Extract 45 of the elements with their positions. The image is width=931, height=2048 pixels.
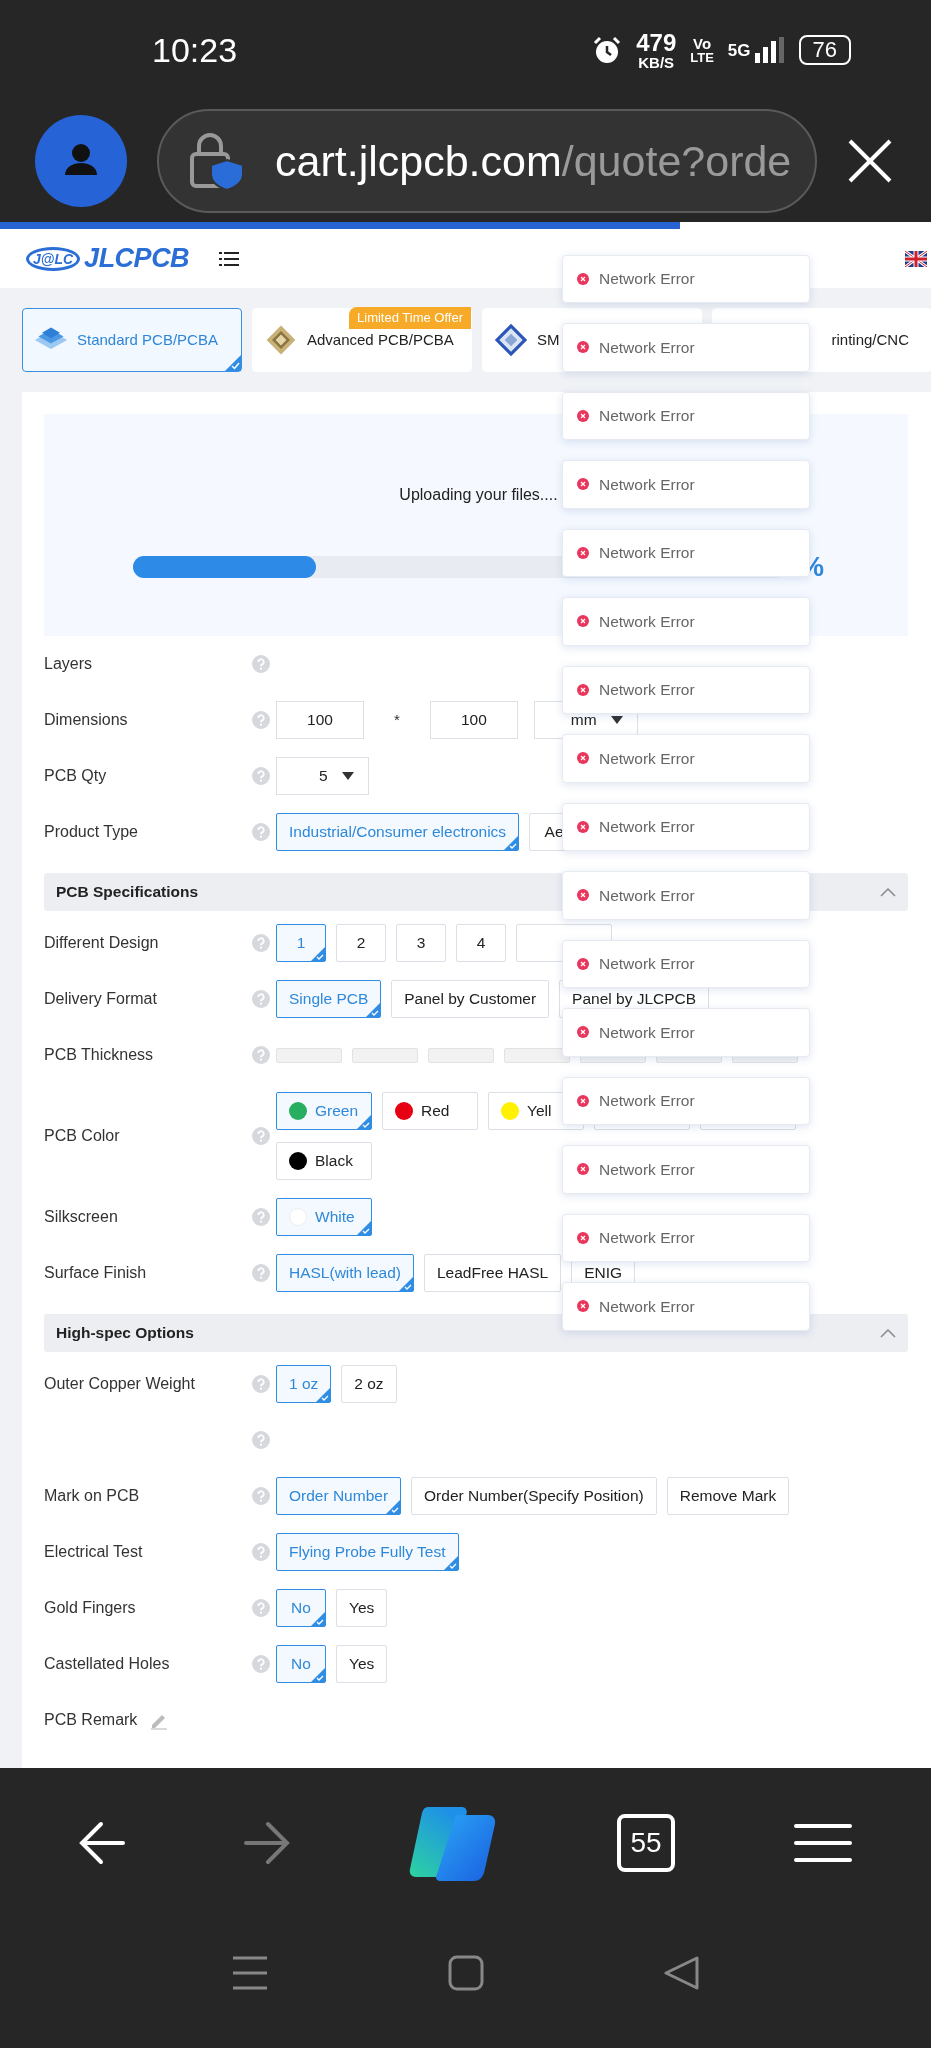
network-type: 5G xyxy=(727,39,751,62)
field-label: Mark on PCB xyxy=(44,1487,140,1504)
error-toast: Network Error xyxy=(562,734,810,783)
error-toast: Network Error xyxy=(562,665,810,715)
error-toast: Network Error xyxy=(562,939,810,989)
field-label: PCB Color xyxy=(44,1127,120,1144)
field-label: PCB Qty xyxy=(44,767,107,784)
error-toast: Network Error xyxy=(562,1145,810,1194)
logo-text: JLCPCB xyxy=(84,242,190,276)
field-label: Delivery Format xyxy=(44,990,157,1007)
error-toast: Network Error xyxy=(562,1076,810,1126)
offer-badge: Limited Time Offer xyxy=(349,307,471,329)
clock-time: 10:23 xyxy=(152,29,238,71)
error-toast: Network Error xyxy=(562,802,810,852)
upload-message: Uploading your files.... xyxy=(399,484,558,505)
error-toast: Network Error xyxy=(562,254,810,304)
error-toast: Network Error xyxy=(562,871,810,920)
speed-unit: KB/S xyxy=(637,54,676,70)
field-label: PCB Remark xyxy=(44,1711,138,1728)
logo-mark: J@LC xyxy=(26,246,81,271)
field-label: Gold Fingers xyxy=(44,1599,136,1616)
volte-label: Vo xyxy=(692,36,713,51)
lte-label: LTE xyxy=(690,51,714,64)
field-label: Castellated Holes xyxy=(44,1655,170,1672)
field-label: Product Type xyxy=(44,823,138,840)
error-toast: Network Error xyxy=(562,1008,810,1057)
error-toast: Network Error xyxy=(562,323,810,372)
field-label: Silkscreen xyxy=(44,1208,118,1225)
times-sign: * xyxy=(394,709,400,730)
field-label: Dimensions xyxy=(44,711,128,728)
error-toast: Network Error xyxy=(562,1282,810,1331)
error-toast: Network Error xyxy=(562,460,810,509)
battery-level: 76 xyxy=(798,34,851,66)
field-label: Electrical Test xyxy=(44,1543,143,1560)
url-text: cart.jlcpcb.com/quote?orde xyxy=(275,135,792,187)
error-toast: Network Error xyxy=(562,597,810,646)
error-toast: Network Error xyxy=(562,1213,810,1263)
field-label: Layers xyxy=(44,655,93,672)
field-label: PCB Thickness xyxy=(44,1046,154,1063)
network-speed: 479 xyxy=(636,30,677,55)
field-label: Different Design xyxy=(44,934,159,951)
error-toast: Network Error xyxy=(562,528,810,578)
error-toast: Network Error xyxy=(562,391,810,441)
field-label: Outer Copper Weight xyxy=(44,1375,195,1392)
field-label: Surface Finish xyxy=(44,1264,147,1281)
